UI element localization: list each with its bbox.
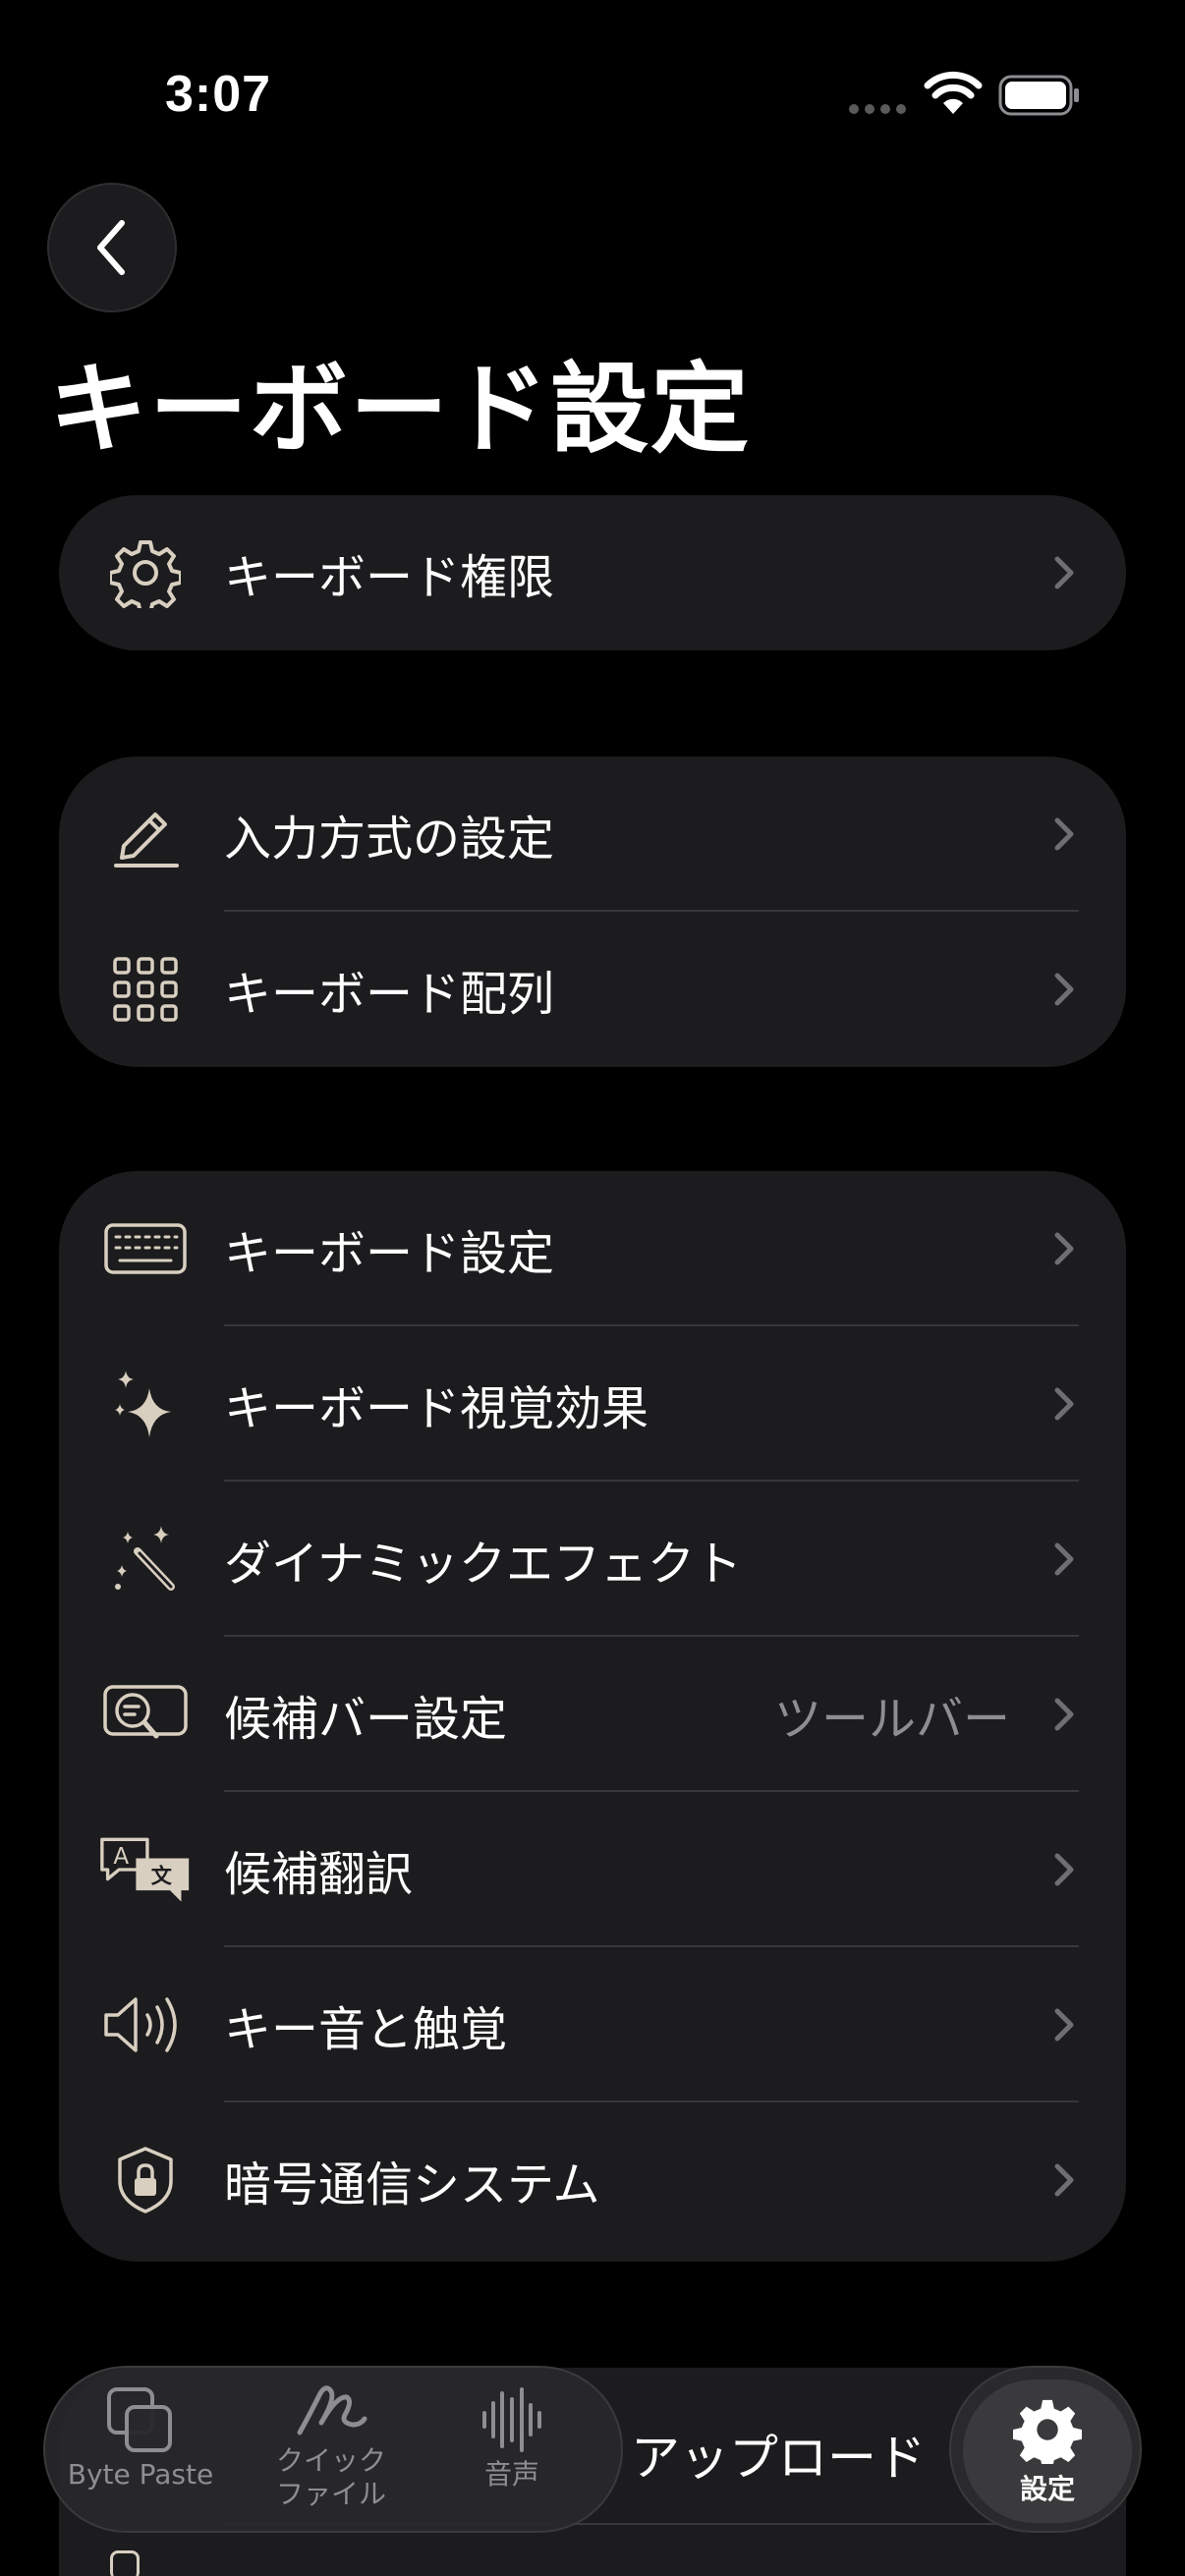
waveform-icon xyxy=(482,2387,541,2452)
status-bar: 3:07 xyxy=(0,0,1185,187)
row-label: キーボード配列 xyxy=(224,967,555,1022)
scribble-icon xyxy=(297,2385,367,2436)
chevron-right-icon xyxy=(1054,2008,1074,2042)
tab-settings[interactable]: 設定 xyxy=(949,2366,1142,2533)
tab-label: 設定 xyxy=(1019,2473,1075,2505)
row-label: 候補翻訳 xyxy=(224,1847,414,1902)
tab-label: 音声 xyxy=(483,2458,539,2491)
row-icon xyxy=(110,2550,140,2576)
row-label: キー音と触覚 xyxy=(224,2002,508,2057)
chevron-right-icon xyxy=(1054,1853,1074,1886)
row-visual-effects[interactable]: キーボード視覚効果 xyxy=(59,1326,1126,1482)
chevron-right-icon xyxy=(1054,817,1074,851)
back-button[interactable] xyxy=(47,183,177,312)
tab-bar: Byte Paste クイック ファイル 音声 xyxy=(43,2366,623,2533)
row-label: 暗号通信システム xyxy=(224,2157,600,2212)
status-time: 3:07 xyxy=(165,66,272,123)
tab-quick-file[interactable]: クイック ファイル xyxy=(248,2376,415,2511)
row-keyboard-settings[interactable]: キーボード設定 xyxy=(59,1171,1126,1326)
row-dynamic-effect[interactable]: ダイナミックエフェクト xyxy=(59,1482,1126,1637)
sparkles-icon xyxy=(98,1357,193,1451)
chevron-right-icon xyxy=(1054,2163,1074,2197)
row-input-method[interactable]: 入力方式の設定 xyxy=(59,756,1126,912)
row-label: 候補バー設定 xyxy=(224,1692,508,1747)
svg-text:文: 文 xyxy=(151,1863,173,1887)
tab-voice[interactable]: 音声 xyxy=(428,2385,595,2492)
svg-text:A: A xyxy=(113,1844,129,1870)
chevron-right-icon xyxy=(1054,1542,1074,1576)
cellular-signal-icon xyxy=(849,104,906,114)
row-candidate-bar[interactable]: 候補バー設定 ツールバー xyxy=(59,1637,1126,1792)
keyboard-icon xyxy=(98,1202,193,1296)
chevron-right-icon xyxy=(1054,556,1074,589)
chevron-right-icon xyxy=(1054,1232,1074,1265)
settings-group-permissions: キーボード権限 xyxy=(59,495,1126,650)
settings-group-input: 入力方式の設定 キーボード配列 xyxy=(59,756,1126,1067)
pencil-icon xyxy=(98,787,193,881)
battery-icon xyxy=(998,75,1079,116)
copy-icon xyxy=(107,2387,172,2452)
tab-settings-selected: 設定 xyxy=(963,2380,1132,2523)
chevron-right-icon xyxy=(1054,973,1074,1006)
tab-label: Byte Paste xyxy=(67,2458,214,2491)
shield-lock-icon xyxy=(98,2133,193,2227)
row-keyboard-permission[interactable]: キーボード権限 xyxy=(59,495,1126,650)
tab-byte-paste[interactable]: Byte Paste xyxy=(57,2385,224,2492)
row-label-upload[interactable]: アップロード xyxy=(631,2419,926,2490)
row-label: 入力方式の設定 xyxy=(224,812,555,867)
row-encryption-system[interactable]: 暗号通信システム xyxy=(59,2102,1126,2258)
tab-label-line2: ファイル xyxy=(275,2478,386,2510)
candidate-search-icon xyxy=(98,1667,193,1762)
speaker-icon xyxy=(98,1978,193,2072)
tab-label-line1: クイック xyxy=(275,2444,386,2477)
row-label: キーボード視覚効果 xyxy=(224,1381,649,1436)
chevron-left-icon xyxy=(97,220,125,275)
chevron-right-icon xyxy=(1054,1698,1074,1731)
chevron-right-icon xyxy=(1054,1387,1074,1421)
page-title: キーボード設定 xyxy=(49,352,751,467)
settings-group-appearance: キーボード設定 キーボード視覚効果 ダイナミックエフェクト 候補バー設定 ツール… xyxy=(59,1171,1126,2262)
translate-icon: A 文 xyxy=(98,1822,193,1917)
grid-icon xyxy=(98,942,193,1036)
row-keyboard-layout[interactable]: キーボード配列 xyxy=(59,912,1126,1067)
wifi-icon xyxy=(924,71,983,114)
row-label: キーボード権限 xyxy=(224,550,555,605)
row-label: ダイナミックエフェクト xyxy=(224,1537,743,1592)
row-candidate-translation[interactable]: A 文 候補翻訳 xyxy=(59,1792,1126,1947)
gear-icon xyxy=(98,526,193,620)
row-value: ツールバー xyxy=(773,1692,1010,1747)
row-key-sound-haptics[interactable]: キー音と触覚 xyxy=(59,1947,1126,2102)
magic-wand-icon xyxy=(98,1512,193,1606)
gear-icon xyxy=(1013,2399,1082,2464)
row-label: キーボード設定 xyxy=(224,1226,555,1281)
